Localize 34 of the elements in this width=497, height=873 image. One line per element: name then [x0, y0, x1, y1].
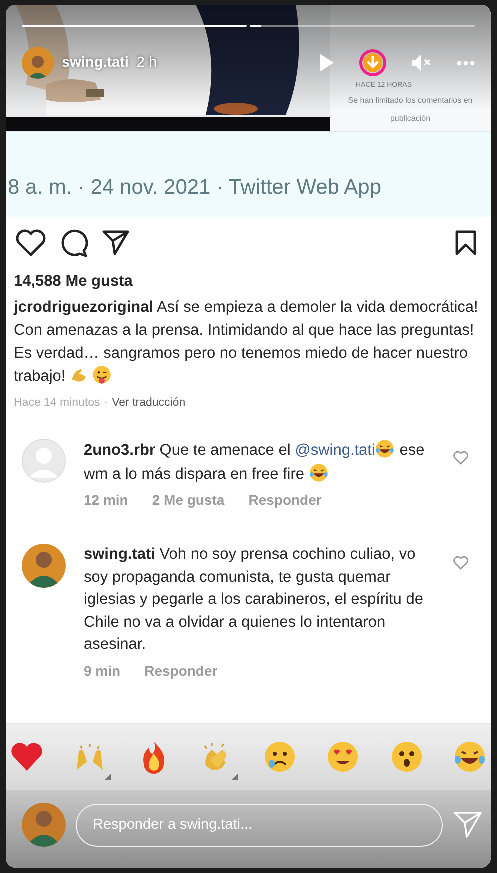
user-avatar[interactable]	[22, 544, 66, 588]
comment-text: swing.tati Voh no soy prensa cochino culiao, vo soy propaganda comunista, te gusta quemar iglesias y pegarle a los carabineros, el espíritu de Chile no va a olvidar a quienes lo intentaron asesinar.	[84, 545, 424, 655]
comments-notice: publicación	[390, 113, 431, 125]
separator-dot: ·	[104, 397, 108, 409]
play-button[interactable]	[319, 53, 335, 73]
reply-link[interactable]: Responder	[144, 662, 218, 678]
username[interactable]: swing.tati	[62, 55, 129, 71]
crying-emoji-icon[interactable]	[263, 740, 298, 774]
heart-eyes-emoji-icon[interactable]	[326, 740, 360, 774]
comment-icon[interactable]	[60, 229, 88, 257]
surprised-emoji-icon[interactable]	[390, 740, 424, 774]
reply-field[interactable]: Responder a swing.tati...	[76, 804, 443, 846]
story-time: 2 h	[136, 55, 158, 71]
post-time: Hace 14 minutos	[14, 397, 100, 409]
comments-notice: Se han limitado los comentarios en	[348, 95, 473, 107]
laughing-emoji-icon	[375, 439, 396, 459]
send-icon[interactable]	[453, 811, 483, 839]
winking-tongue-emoji-icon	[92, 365, 112, 385]
post-caption: jcrodriguezoriginal Así se empieza a demoler la vida democrática! Con amenazas a la prensa. Intimidando al que hace las preguntas! Es verdad… sangramos pero no tenemos miedo de hacer nuestro trabajo!	[14, 298, 480, 387]
bookmark-icon[interactable]	[455, 230, 477, 256]
reply-link[interactable]: Responder	[248, 492, 322, 508]
comment-text: 2uno3.rbr Que te amenace el @swing.tati ese wm a lo más dispara en free fire	[84, 439, 429, 486]
translate-link[interactable]: Ver traducción	[112, 397, 186, 409]
comment-time: 9 min	[84, 662, 121, 678]
share-icon[interactable]	[102, 230, 130, 256]
laughing-emoji-icon[interactable]	[452, 740, 487, 774]
laughing-emoji-icon	[308, 462, 329, 482]
comment-time: 12 min	[84, 492, 128, 508]
user-avatar	[22, 803, 66, 847]
download-button[interactable]	[359, 49, 387, 77]
like-count: 14,588 Me gusta	[14, 273, 134, 291]
tweet-meta: 8 a. m. · 24 nov. 2021 · Twitter Web App	[8, 176, 382, 200]
like-icon[interactable]	[16, 229, 46, 257]
comment-likes[interactable]: 2 Me gusta	[152, 492, 225, 508]
